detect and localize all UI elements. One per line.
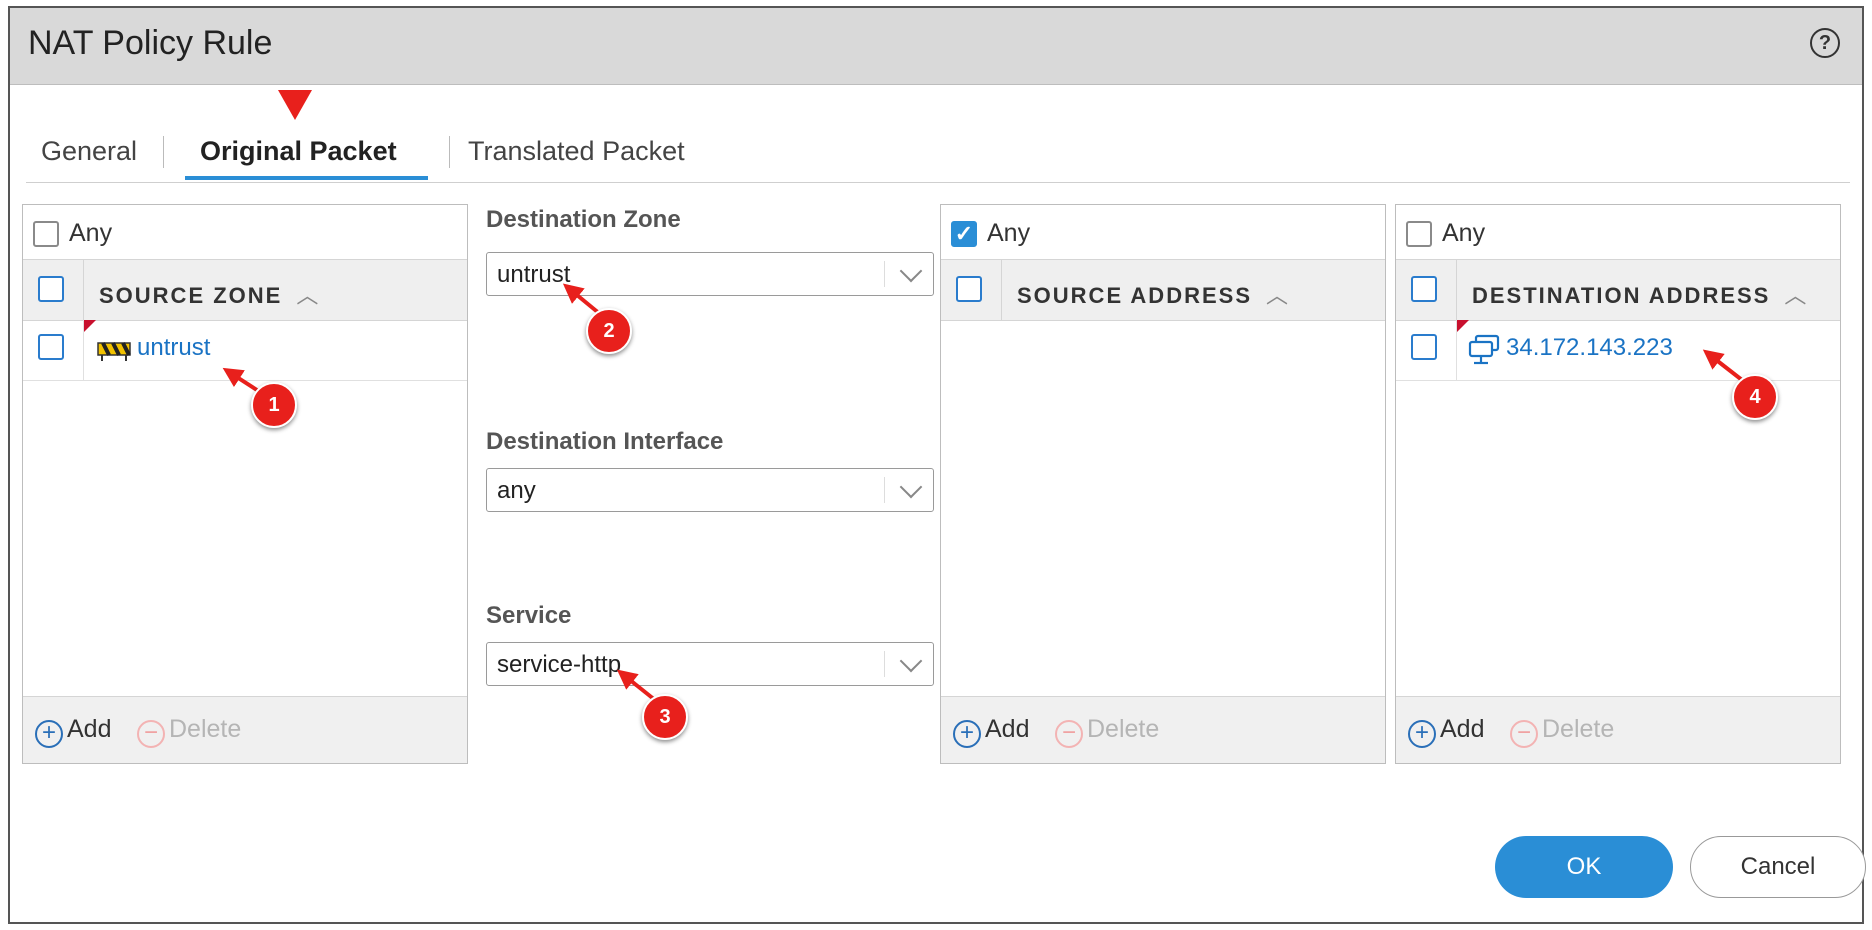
add-label: Add: [67, 715, 112, 743]
column-divider: [1456, 260, 1457, 320]
source-zone-column-header[interactable]: SOURCE ZONE ︿: [99, 278, 318, 310]
tab-divider: [449, 136, 450, 168]
delete-icon: −: [1055, 720, 1083, 748]
source-zone-value-link[interactable]: untrust: [137, 334, 210, 362]
delete-label: Delete: [1542, 715, 1615, 743]
delete-icon: −: [1510, 720, 1538, 748]
active-tab-indicator: [185, 176, 428, 180]
destination-address-value-link[interactable]: 34.172.143.223: [1506, 334, 1673, 362]
destination-address-column-header[interactable]: DESTINATION ADDRESS ︿: [1472, 278, 1806, 310]
service-label: Service: [486, 602, 572, 629]
source-address-header-label: SOURCE ADDRESS: [1017, 283, 1252, 308]
tab-divider: [163, 136, 164, 168]
sort-up-icon[interactable]: ︿: [1266, 283, 1288, 308]
source-zone-header-label: SOURCE ZONE: [99, 283, 283, 308]
destination-address-any-label: Any: [1442, 219, 1486, 247]
dialog-title-bar: NAT Policy Rule ?: [10, 8, 1862, 85]
source-zone-grid-header: SOURCE ZONE ︿: [23, 259, 467, 321]
source-zone-panel: Any SOURCE ZONE ︿ untrust + Add − Delete: [22, 204, 468, 764]
source-zone-footer: + Add − Delete: [23, 696, 467, 763]
delete-label: Delete: [169, 715, 242, 743]
chevron-down-icon[interactable]: [899, 475, 923, 499]
destination-address-any-checkbox[interactable]: [1406, 221, 1432, 247]
service-select[interactable]: service-http: [486, 642, 934, 686]
destination-interface-label: Destination Interface: [486, 428, 724, 455]
ok-button[interactable]: OK: [1495, 836, 1673, 898]
add-label: Add: [1440, 715, 1485, 743]
source-zone-any-label: Any: [69, 219, 113, 247]
tab-general[interactable]: General: [41, 136, 137, 167]
zone-icon: [97, 342, 131, 361]
source-address-select-all-checkbox[interactable]: [956, 276, 982, 302]
source-zone-any-checkbox[interactable]: [33, 221, 59, 247]
annotation-badge-2: 2: [586, 308, 632, 354]
annotation-badge-1: 1: [251, 382, 297, 428]
table-row: 34.172.143.223: [1396, 320, 1840, 381]
add-label: Add: [985, 715, 1030, 743]
source-address-column-header[interactable]: SOURCE ADDRESS ︿: [1017, 278, 1288, 310]
source-address-any-label: Any: [987, 219, 1031, 247]
tab-original-packet[interactable]: Original Packet: [200, 136, 397, 167]
column-divider: [1001, 260, 1002, 320]
destination-interface-value: any: [497, 477, 536, 504]
add-source-address-button[interactable]: + Add: [953, 715, 1029, 748]
source-zone-select-all-checkbox[interactable]: [38, 276, 64, 302]
destination-address-select-all-checkbox[interactable]: [1411, 276, 1437, 302]
delete-label: Delete: [1087, 715, 1160, 743]
tab-marker-triangle: [278, 90, 312, 120]
delete-destination-address-button[interactable]: − Delete: [1510, 715, 1614, 748]
select-divider: [884, 651, 885, 677]
row-checkbox[interactable]: [1411, 334, 1437, 360]
add-icon: +: [953, 720, 981, 748]
add-icon: +: [35, 720, 63, 748]
chevron-down-icon[interactable]: [899, 649, 923, 673]
dialog-title: NAT Policy Rule: [28, 24, 273, 62]
source-address-panel: ✓ Any SOURCE ADDRESS ︿ + Add − Delete: [940, 204, 1386, 764]
destination-address-panel: Any DESTINATION ADDRESS ︿ 34.172.143.223 …: [1395, 204, 1841, 764]
destination-zone-select[interactable]: untrust: [486, 252, 934, 296]
red-corner-marker: [1457, 320, 1469, 332]
delete-source-address-button[interactable]: − Delete: [1055, 715, 1159, 748]
destination-address-footer: + Add − Delete: [1396, 696, 1840, 763]
destination-interface-select[interactable]: any: [486, 468, 934, 512]
destination-zone-value: untrust: [497, 261, 571, 288]
red-corner-marker: [84, 320, 96, 332]
select-divider: [884, 261, 885, 287]
destination-zone-label: Destination Zone: [486, 206, 681, 233]
service-value: service-http: [497, 651, 622, 678]
add-source-zone-button[interactable]: + Add: [35, 715, 111, 748]
sort-up-icon[interactable]: ︿: [1784, 283, 1806, 308]
annotation-badge-4: 4: [1732, 374, 1778, 420]
address-object-icon: [1468, 334, 1500, 365]
tab-translated-packet[interactable]: Translated Packet: [468, 136, 685, 167]
annotation-badge-3: 3: [642, 694, 688, 740]
nat-policy-rule-dialog: NAT Policy Rule ? General Original Packe…: [8, 6, 1866, 924]
add-icon: +: [1408, 720, 1436, 748]
destination-address-grid-header: DESTINATION ADDRESS ︿: [1396, 259, 1840, 321]
sort-up-icon[interactable]: ︿: [296, 283, 318, 308]
add-destination-address-button[interactable]: + Add: [1408, 715, 1484, 748]
chevron-down-icon[interactable]: [899, 259, 923, 283]
destination-address-header-label: DESTINATION ADDRESS: [1472, 283, 1771, 308]
source-address-footer: + Add − Delete: [941, 696, 1385, 763]
help-icon[interactable]: ?: [1810, 28, 1840, 58]
source-address-any-checkbox[interactable]: ✓: [951, 221, 977, 247]
cancel-button[interactable]: Cancel: [1690, 836, 1866, 898]
select-divider: [884, 477, 885, 503]
source-address-grid-header: SOURCE ADDRESS ︿: [941, 259, 1385, 321]
table-row: untrust: [23, 320, 467, 381]
delete-source-zone-button[interactable]: − Delete: [137, 715, 241, 748]
delete-icon: −: [137, 720, 165, 748]
row-checkbox[interactable]: [38, 334, 64, 360]
column-divider: [83, 260, 84, 320]
